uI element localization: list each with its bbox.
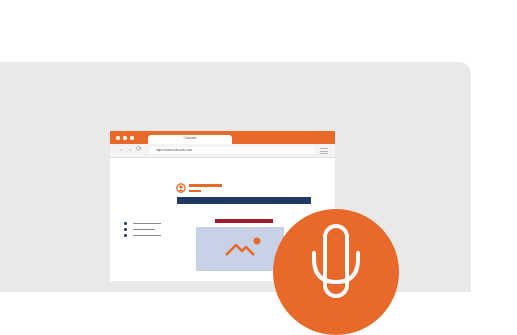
forward-arrow-icon[interactable]: → [126,146,133,154]
hamburger-icon[interactable] [320,148,328,154]
author-meta-placeholder [189,190,201,192]
image-placeholder-icon [225,237,261,256]
window-maximize-dot[interactable] [130,136,134,140]
microphone-icon [312,224,360,298]
reload-icon[interactable]: ⟳ [136,146,142,154]
url-text: https://www.colorado.com [156,148,193,152]
user-icon [176,183,186,193]
sidebar-item[interactable] [124,233,169,239]
browser-tab[interactable]: Colorado [148,135,232,144]
window-minimize-dot[interactable] [123,136,127,140]
browser-toolbar: ← → ⟳ https://www.colorado.com [110,144,335,158]
article-title-placeholder [215,219,273,223]
tab-title: Colorado [183,136,197,140]
address-bar[interactable]: https://www.colorado.com [150,147,315,154]
browser-title-bar: Colorado [110,131,335,144]
back-arrow-icon[interactable]: ← [118,146,125,154]
image-placeholder [196,227,284,271]
headline-placeholder [177,197,311,204]
voice-search-button[interactable] [273,209,399,335]
author-name-placeholder [189,184,222,187]
window-close-dot[interactable] [116,136,120,140]
